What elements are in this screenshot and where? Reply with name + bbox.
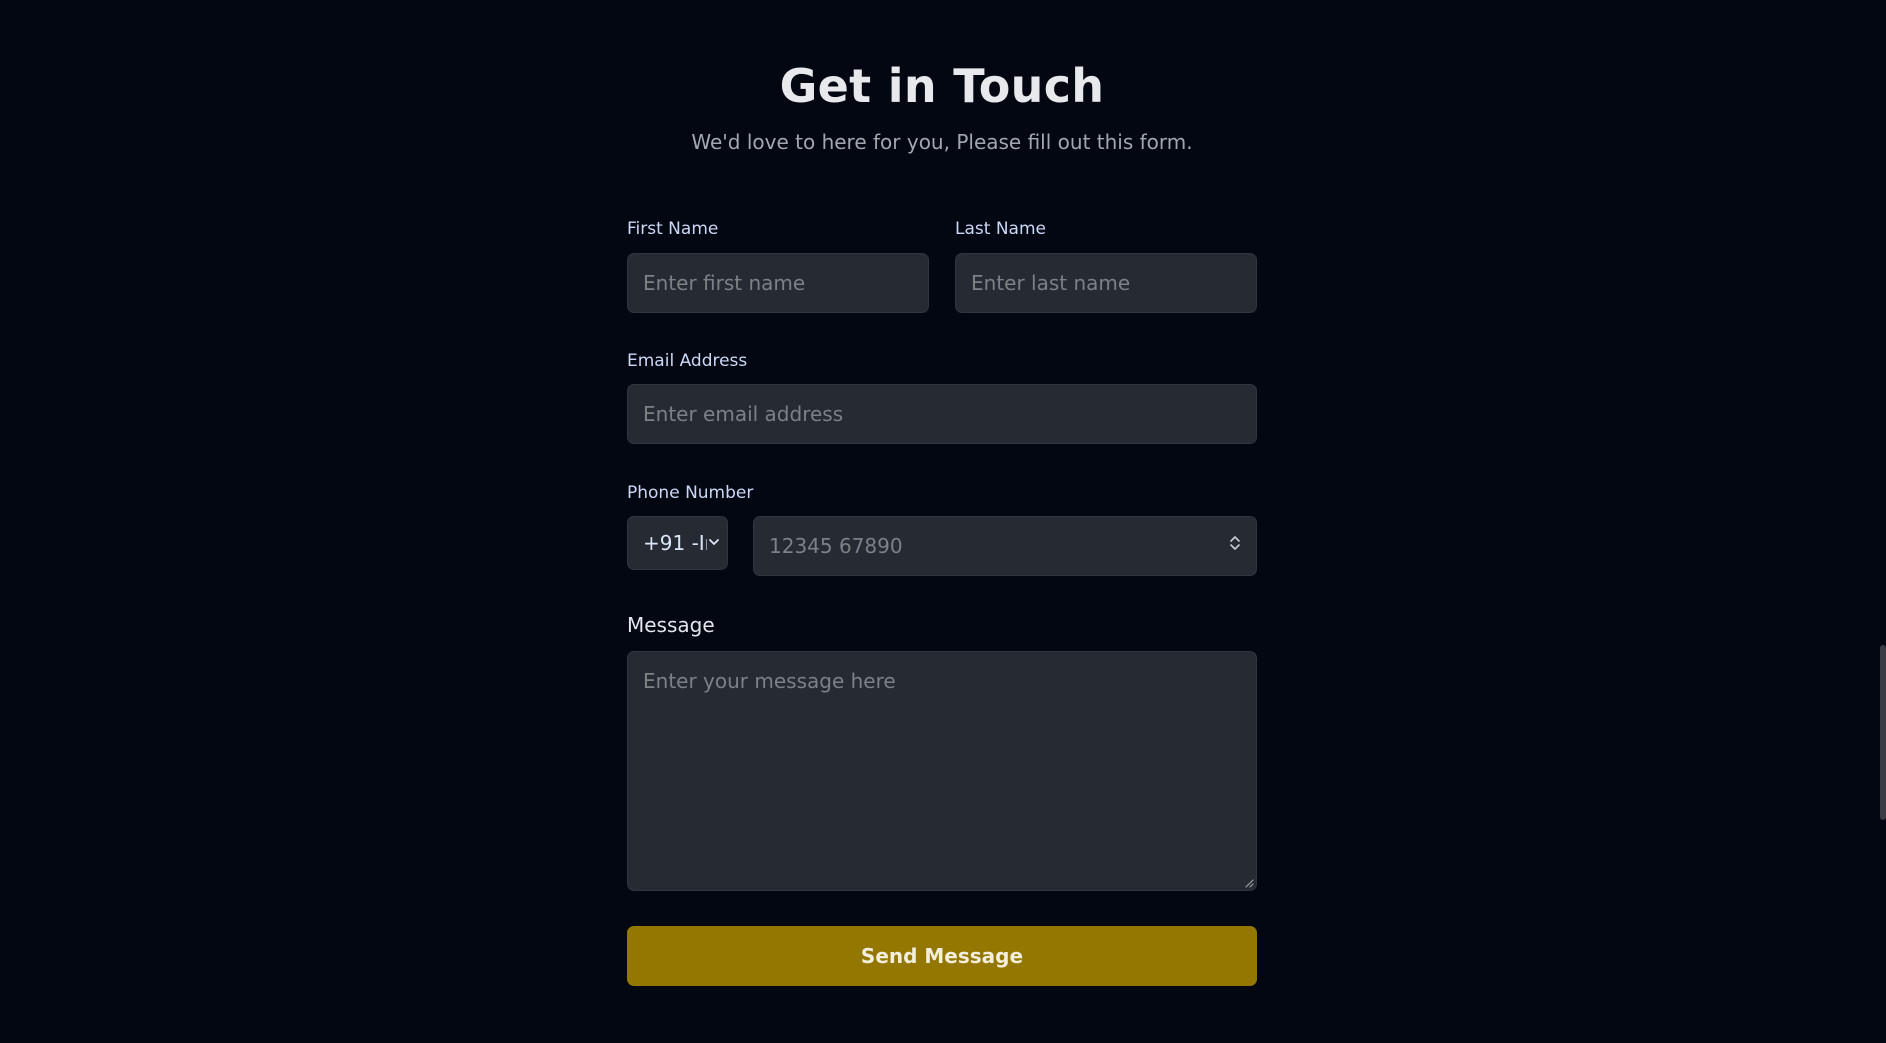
- send-message-button[interactable]: Send Message: [627, 926, 1257, 986]
- last-name-input[interactable]: [955, 253, 1257, 313]
- message-textarea[interactable]: [627, 651, 1257, 891]
- spinner-icon[interactable]: [1229, 534, 1241, 552]
- country-code-value: +91 -In: [643, 531, 707, 555]
- email-label: Email Address: [627, 351, 748, 371]
- page-scrollbar-thumb[interactable]: [1880, 645, 1886, 820]
- message-label: Message: [627, 613, 715, 637]
- first-name-input[interactable]: [627, 253, 929, 313]
- page-title: Get in Touch: [779, 59, 1105, 113]
- first-name-label: First Name: [627, 219, 719, 239]
- phone-field-wrap: [753, 516, 1257, 576]
- contact-page: Get in Touch We'd love to here for you, …: [0, 0, 1886, 1043]
- page-subtitle: We'd love to here for you, Please fill o…: [691, 130, 1193, 154]
- message-field-wrap: [627, 651, 1257, 891]
- chevron-down-icon: [709, 539, 719, 545]
- phone-input[interactable]: [753, 516, 1257, 576]
- resize-grip-icon[interactable]: [1244, 878, 1254, 888]
- phone-label: Phone Number: [627, 483, 754, 503]
- last-name-label: Last Name: [955, 219, 1046, 239]
- email-input[interactable]: [627, 384, 1257, 444]
- country-code-select[interactable]: +91 -In: [627, 516, 728, 570]
